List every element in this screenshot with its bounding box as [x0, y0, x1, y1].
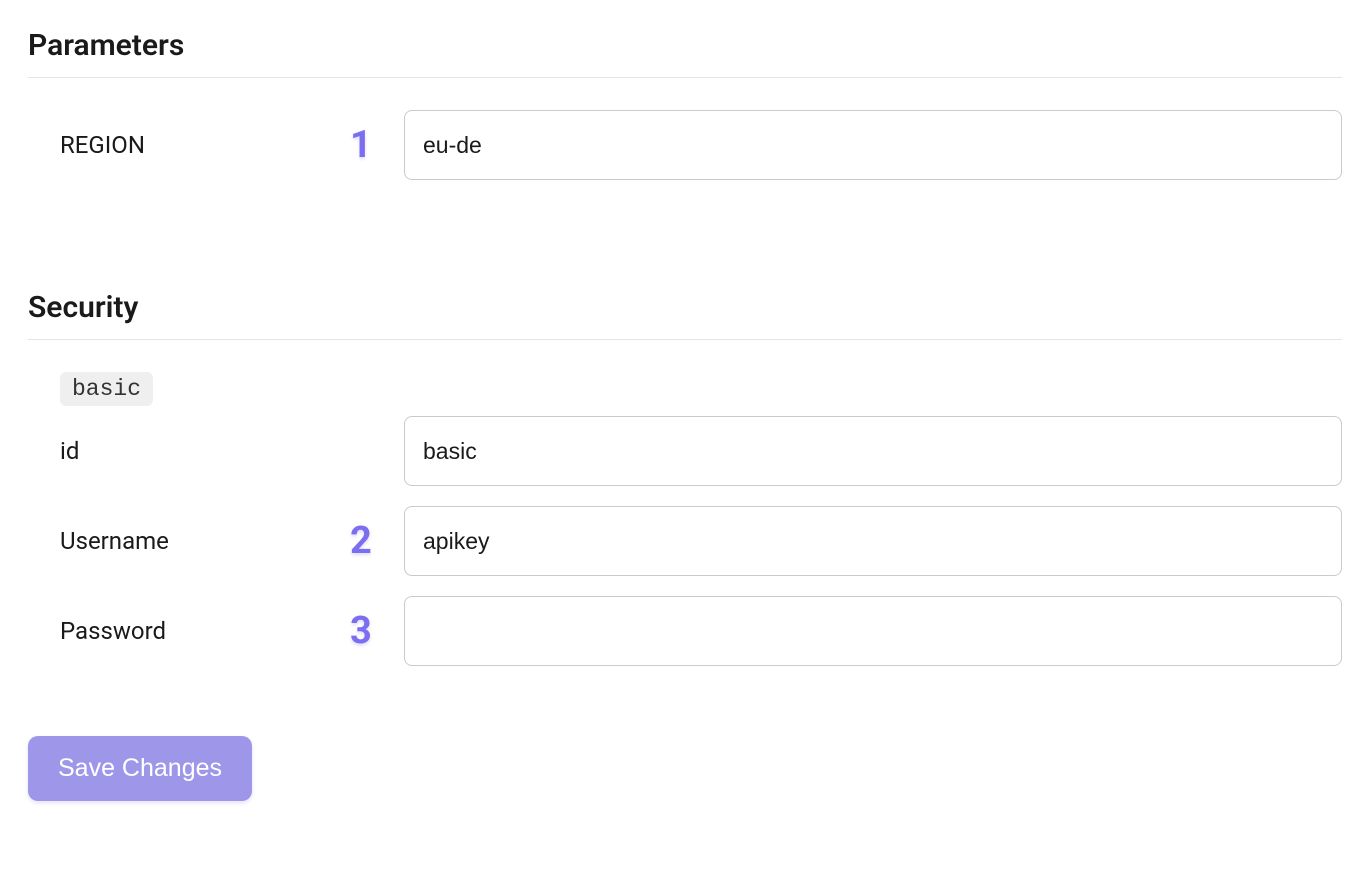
id-input[interactable] — [404, 416, 1342, 486]
username-label: Username — [60, 527, 350, 555]
parameters-section-title: Parameters — [28, 28, 1342, 78]
security-tag-row: basic — [28, 372, 1342, 406]
step-number-2: 2 — [350, 519, 404, 563]
step-number-1: 1 — [350, 123, 404, 167]
save-changes-button[interactable]: Save Changes — [28, 736, 252, 801]
region-input[interactable] — [404, 110, 1342, 180]
id-label: id — [60, 437, 350, 465]
password-label: Password — [60, 617, 350, 645]
password-row: Password 3 — [28, 596, 1342, 666]
username-row: Username 2 — [28, 506, 1342, 576]
security-scheme-tag: basic — [60, 372, 153, 406]
security-section-title: Security — [28, 290, 1342, 340]
username-input[interactable] — [404, 506, 1342, 576]
region-label: REGION — [60, 131, 350, 159]
id-row: id — [28, 416, 1342, 486]
step-number-3: 3 — [350, 609, 404, 653]
password-input[interactable] — [404, 596, 1342, 666]
region-row: REGION 1 — [28, 110, 1342, 180]
